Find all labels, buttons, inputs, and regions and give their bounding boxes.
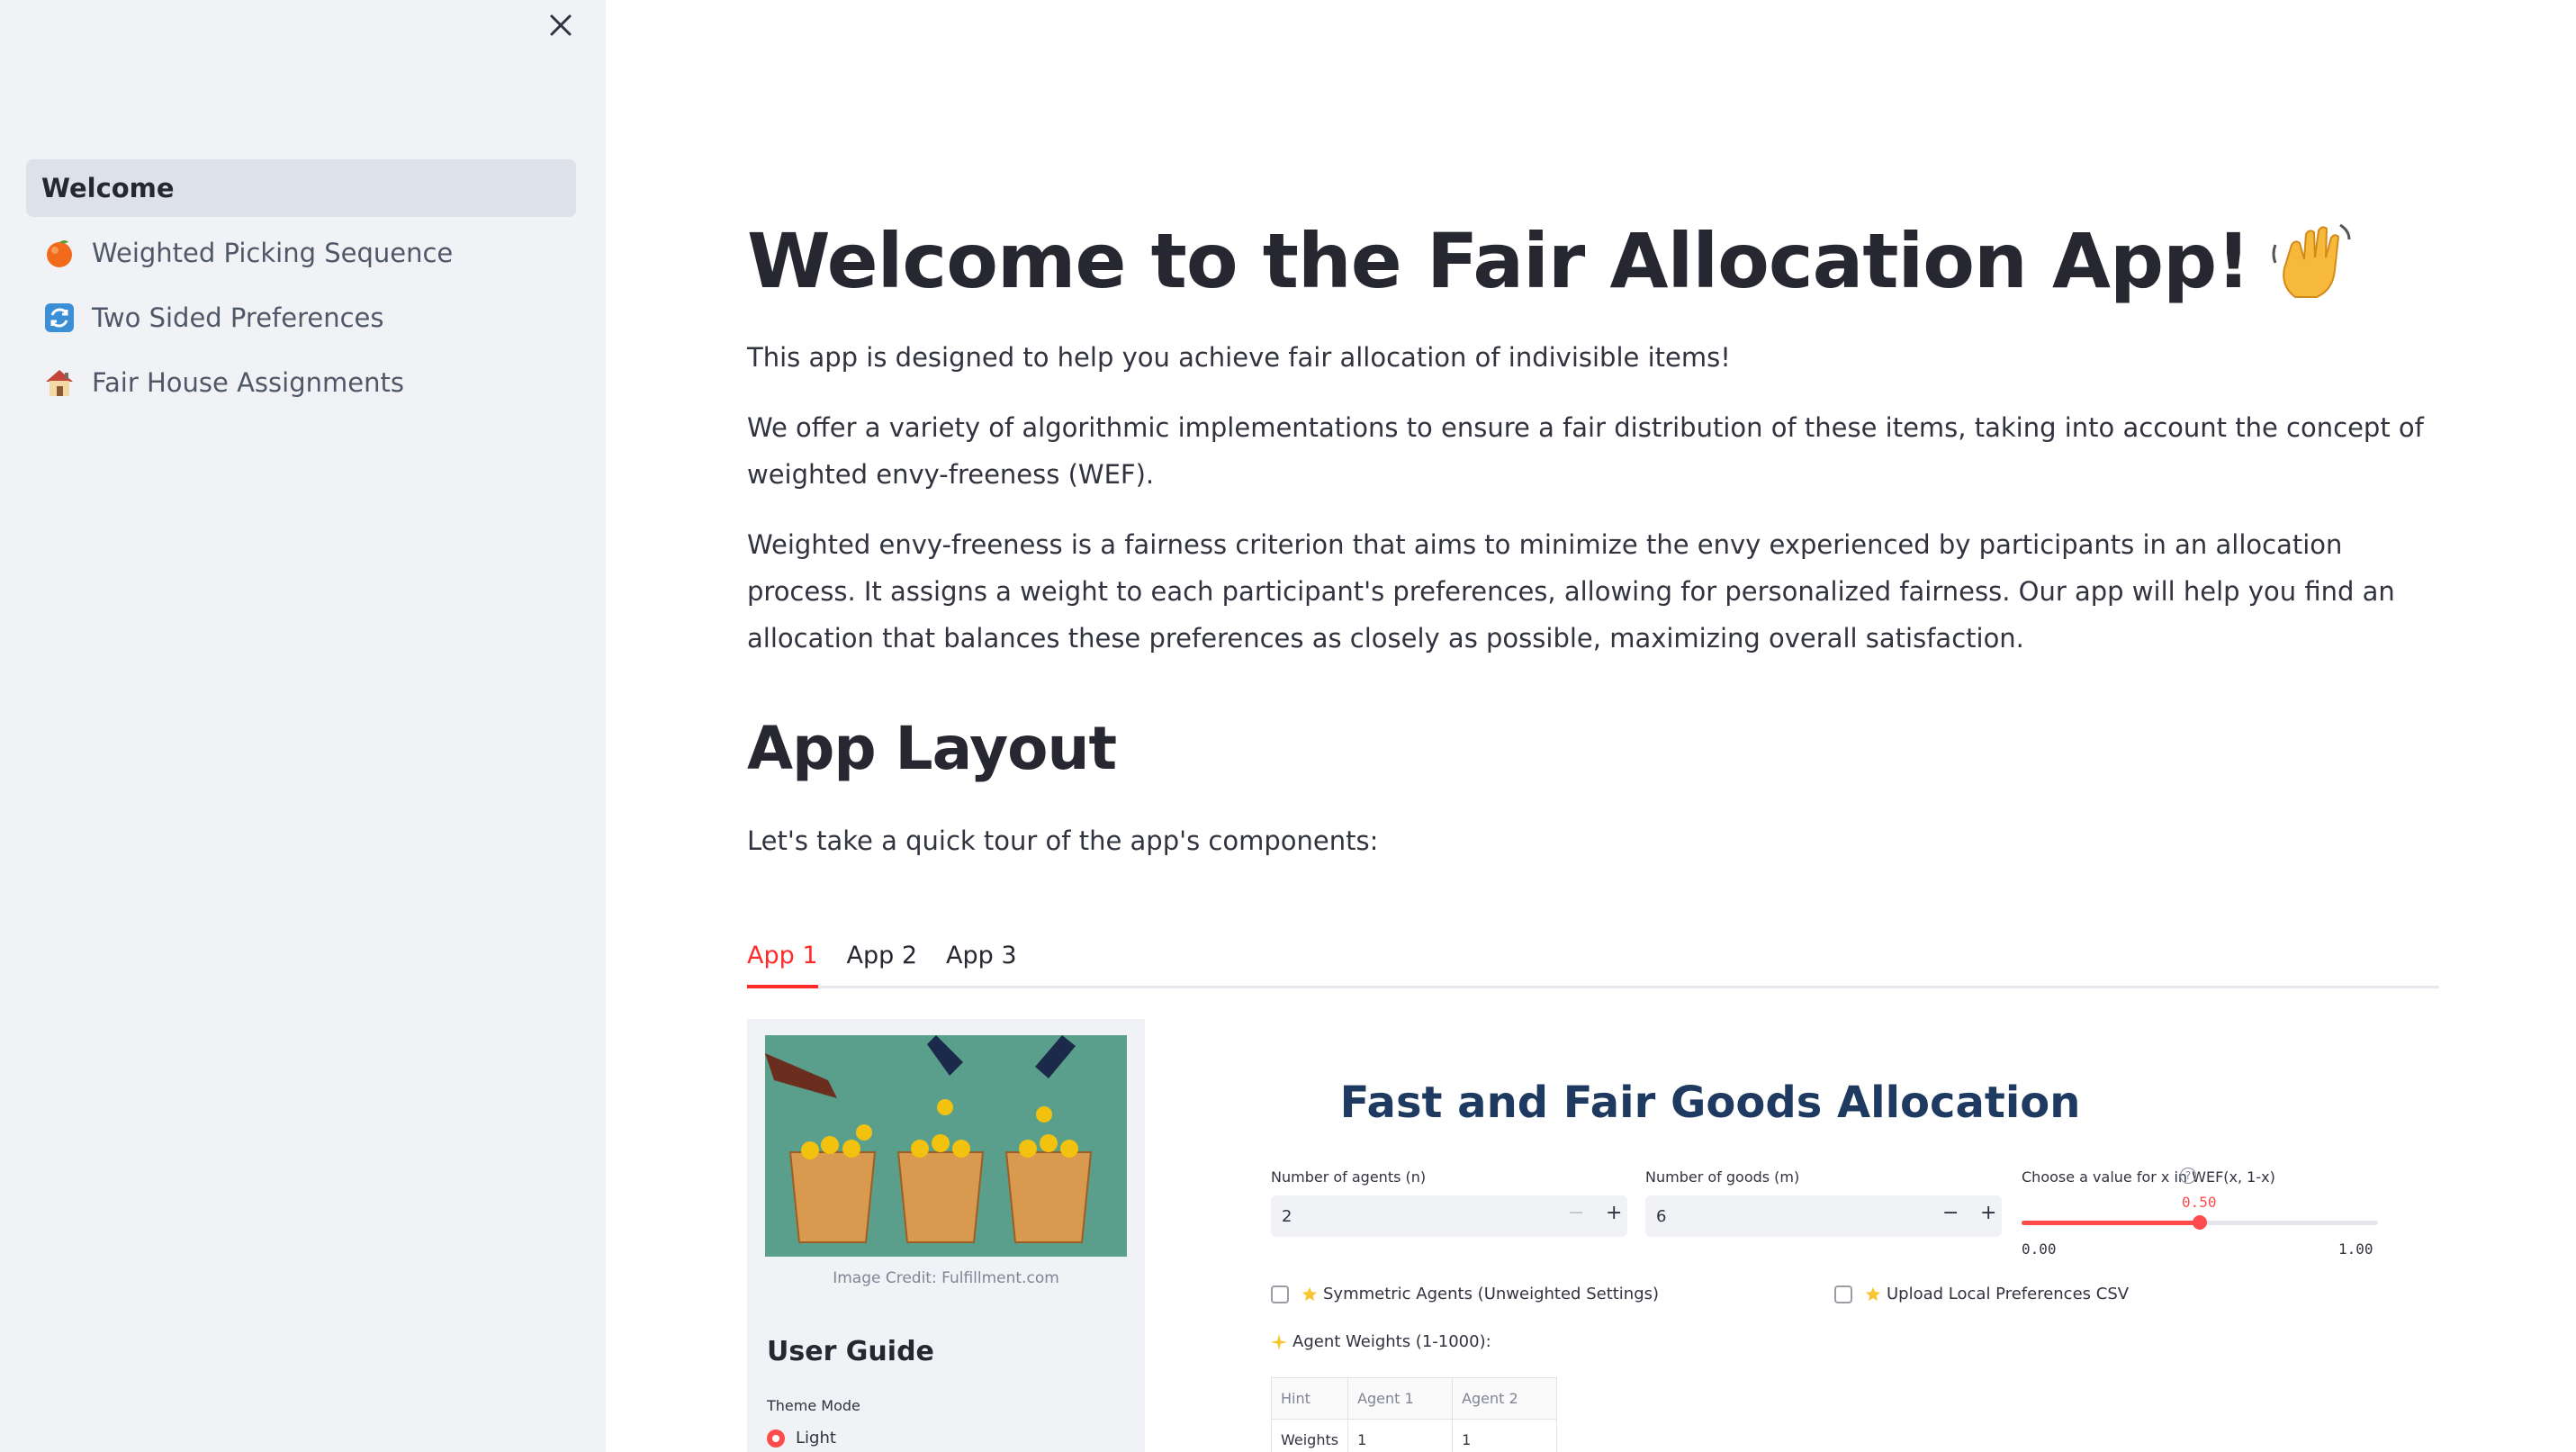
table-header-cell: Agent 1 [1347,1377,1454,1420]
star-icon [1302,1286,1318,1303]
sidebar-item-label: Two Sided Preferences [92,302,384,333]
wef-x-slider [2022,1215,2378,1230]
agent-weights-label: Agent Weights (1-1000): [1293,1332,1491,1351]
goods-plus-icon: + [1980,1202,1997,1224]
intro-paragraph-3: Weighted envy-freeness is a fairness cri… [747,528,2395,654]
sidebar-item-label: Weighted Picking Sequence [92,238,454,268]
agents-value: 2 [1282,1206,1293,1226]
symmetric-agents-checkbox: Symmetric Agents (Unweighted Settings) [1271,1285,1659,1303]
star-icon [1865,1286,1881,1303]
agent-weights-heading: Agent Weights (1-1000): [1271,1332,1491,1351]
app-preview-image: Image Credit: Fulfillment.com User Guide… [747,1019,2439,1452]
main-content: Welcome to the Fair Allocation App! This… [606,0,2576,1452]
baskets-illustration [765,1035,1127,1257]
sparkle-icon [1271,1333,1287,1350]
agents-label: Number of agents (n) [1271,1168,1427,1186]
preview-title: Fast and Fair Goods Allocation [1339,1078,2081,1128]
sidebar-item-welcome[interactable]: Welcome [26,159,576,217]
symmetric-agents-label: Symmetric Agents (Unweighted Settings) [1323,1285,1660,1303]
slider-thumb [2193,1215,2207,1230]
arrows-cycle-icon [41,300,77,336]
goods-label: Number of goods (m) [1645,1168,1800,1186]
help-icon: ? [2180,1168,2196,1184]
table-cell: 1 [1452,1419,1558,1452]
orange-fruit-icon [41,235,77,271]
checkbox-box [1271,1285,1289,1303]
agents-plus-icon: + [1606,1202,1623,1224]
image-caption: Image Credit: Fulfillment.com [833,1269,1059,1287]
intro-paragraph-1: This app is designed to help you achieve… [747,341,1731,373]
slider-min-label: 0.00 [2022,1240,2057,1258]
theme-light-radio: Light [767,1429,836,1447]
page-title-text: Welcome to the Fair Allocation App! [747,217,2251,305]
table-cell: Weights [1270,1419,1349,1452]
slider-max-label: 1.00 [2338,1240,2373,1258]
agents-minus-icon: − [1568,1202,1585,1224]
table-row: Weights 1 1 [1270,1419,1558,1452]
sidebar: Welcome Weighted Picking Sequence Two Si… [0,0,606,1452]
theme-mode-label: Theme Mode [767,1397,860,1414]
preview-main: Fast and Fair Goods Allocation Number of… [1145,1019,2439,1452]
sidebar-item-two-sided-preferences[interactable]: Two Sided Preferences [26,289,576,347]
upload-csv-label: Upload Local Preferences CSV [1887,1285,2130,1303]
agent-weights-table: Hint Agent 1 Agent 2 Weights 1 1 [1270,1377,1558,1452]
table-header-cell: Hint [1270,1377,1349,1420]
close-sidebar-button[interactable] [545,9,577,41]
radio-selected-icon [767,1429,785,1447]
waving-hand-icon [2268,218,2355,304]
theme-light-label: Light [796,1429,836,1447]
wef-x-value: 0.50 [2182,1194,2217,1211]
intro-paragraph-2: We offer a variety of algorithmic implem… [747,411,2424,490]
wef-x-label: Choose a value for x in WEF(x, 1-x) [2022,1168,2275,1186]
table-cell: 1 [1347,1419,1454,1452]
house-icon [41,365,77,401]
tab-bar: App 1 App 2 App 3 [747,927,2439,988]
goods-value: 6 [1656,1206,1667,1226]
sidebar-item-fair-house-assignments[interactable]: Fair House Assignments [26,354,576,411]
tab-app-3[interactable]: App 3 [946,942,1017,986]
sidebar-item-label: Welcome [41,173,175,203]
sidebar-nav: Welcome Weighted Picking Sequence Two Si… [26,159,576,419]
user-guide-heading: User Guide [767,1336,934,1367]
sidebar-item-weighted-picking-sequence[interactable]: Weighted Picking Sequence [26,224,576,282]
section-title: App Layout [747,713,1117,783]
preview-sidebar: Image Credit: Fulfillment.com User Guide… [747,1019,1145,1452]
sidebar-item-label: Fair House Assignments [92,367,404,398]
tab-app-1[interactable]: App 1 [747,942,818,988]
section-intro: Let's take a quick tour of the app's com… [747,825,1379,856]
upload-csv-checkbox: Upload Local Preferences CSV [1834,1285,2129,1303]
close-icon [550,14,572,36]
table-header-row: Hint Agent 1 Agent 2 [1270,1377,1558,1420]
tab-app-2[interactable]: App 2 [847,942,918,986]
table-header-cell: Agent 2 [1452,1377,1558,1420]
page-title: Welcome to the Fair Allocation App! [747,216,2439,307]
checkbox-box [1834,1285,1852,1303]
goods-minus-icon: − [1942,1202,1959,1224]
slider-fill [2022,1221,2200,1225]
content-block: Welcome to the Fair Allocation App! This… [747,216,2439,864]
